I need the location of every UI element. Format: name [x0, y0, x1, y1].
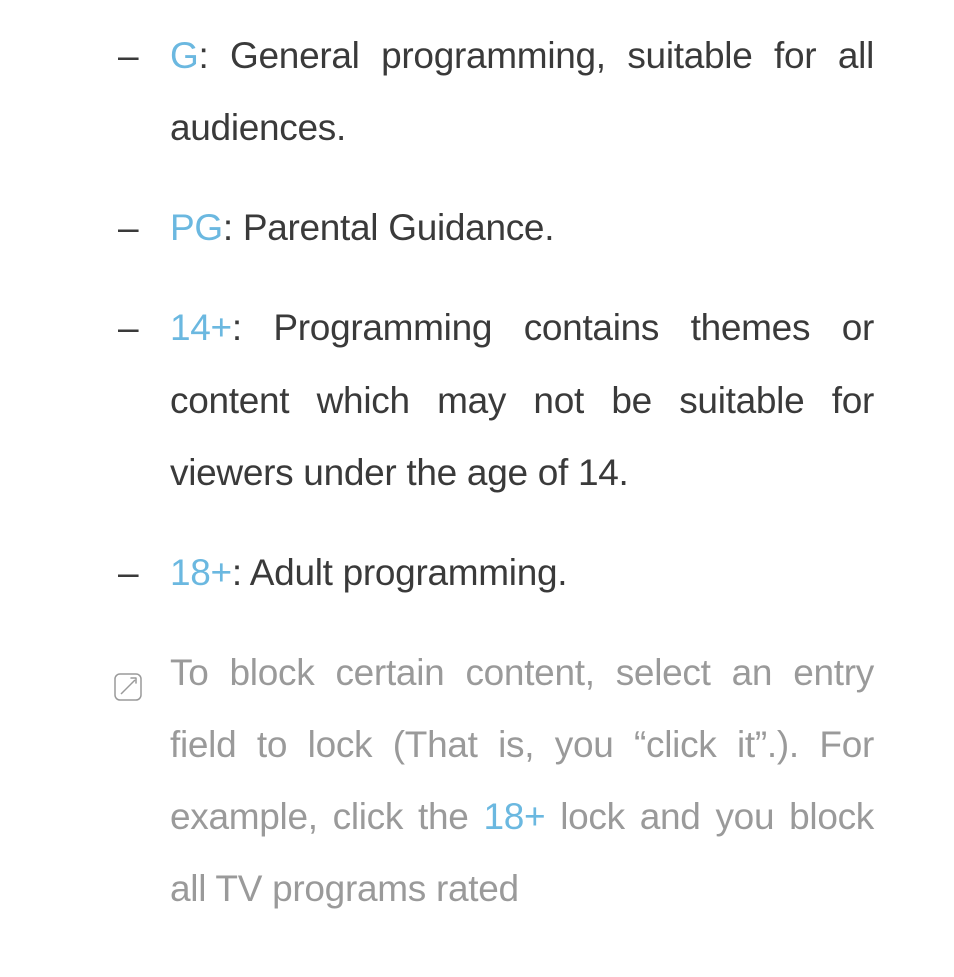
- rating-list: G: General programming, suitable for all…: [100, 20, 874, 609]
- rating-item-14plus: 14+: Programming contains themes or cont…: [100, 292, 874, 508]
- note-inline-label-18plus: 18+: [483, 796, 545, 837]
- rating-item-18plus: 18+: Adult programming.: [100, 537, 874, 609]
- rating-label-pg: PG: [170, 207, 223, 248]
- rating-label-14plus: 14+: [170, 307, 232, 348]
- rating-description-14plus: : Programming contains themes or content…: [170, 307, 874, 492]
- rating-label-18plus: 18+: [170, 552, 232, 593]
- rating-description-g: : General programming, suitable for all …: [170, 35, 874, 148]
- note-block: To block certain content, select an entr…: [100, 637, 874, 926]
- rating-label-g: G: [170, 35, 198, 76]
- rating-description-18plus: : Adult programming.: [232, 552, 567, 593]
- rating-item-g: G: General programming, suitable for all…: [100, 20, 874, 164]
- note-icon: [112, 655, 144, 727]
- rating-description-pg: : Parental Guidance.: [223, 207, 554, 248]
- rating-item-pg: PG: Parental Guidance.: [100, 192, 874, 264]
